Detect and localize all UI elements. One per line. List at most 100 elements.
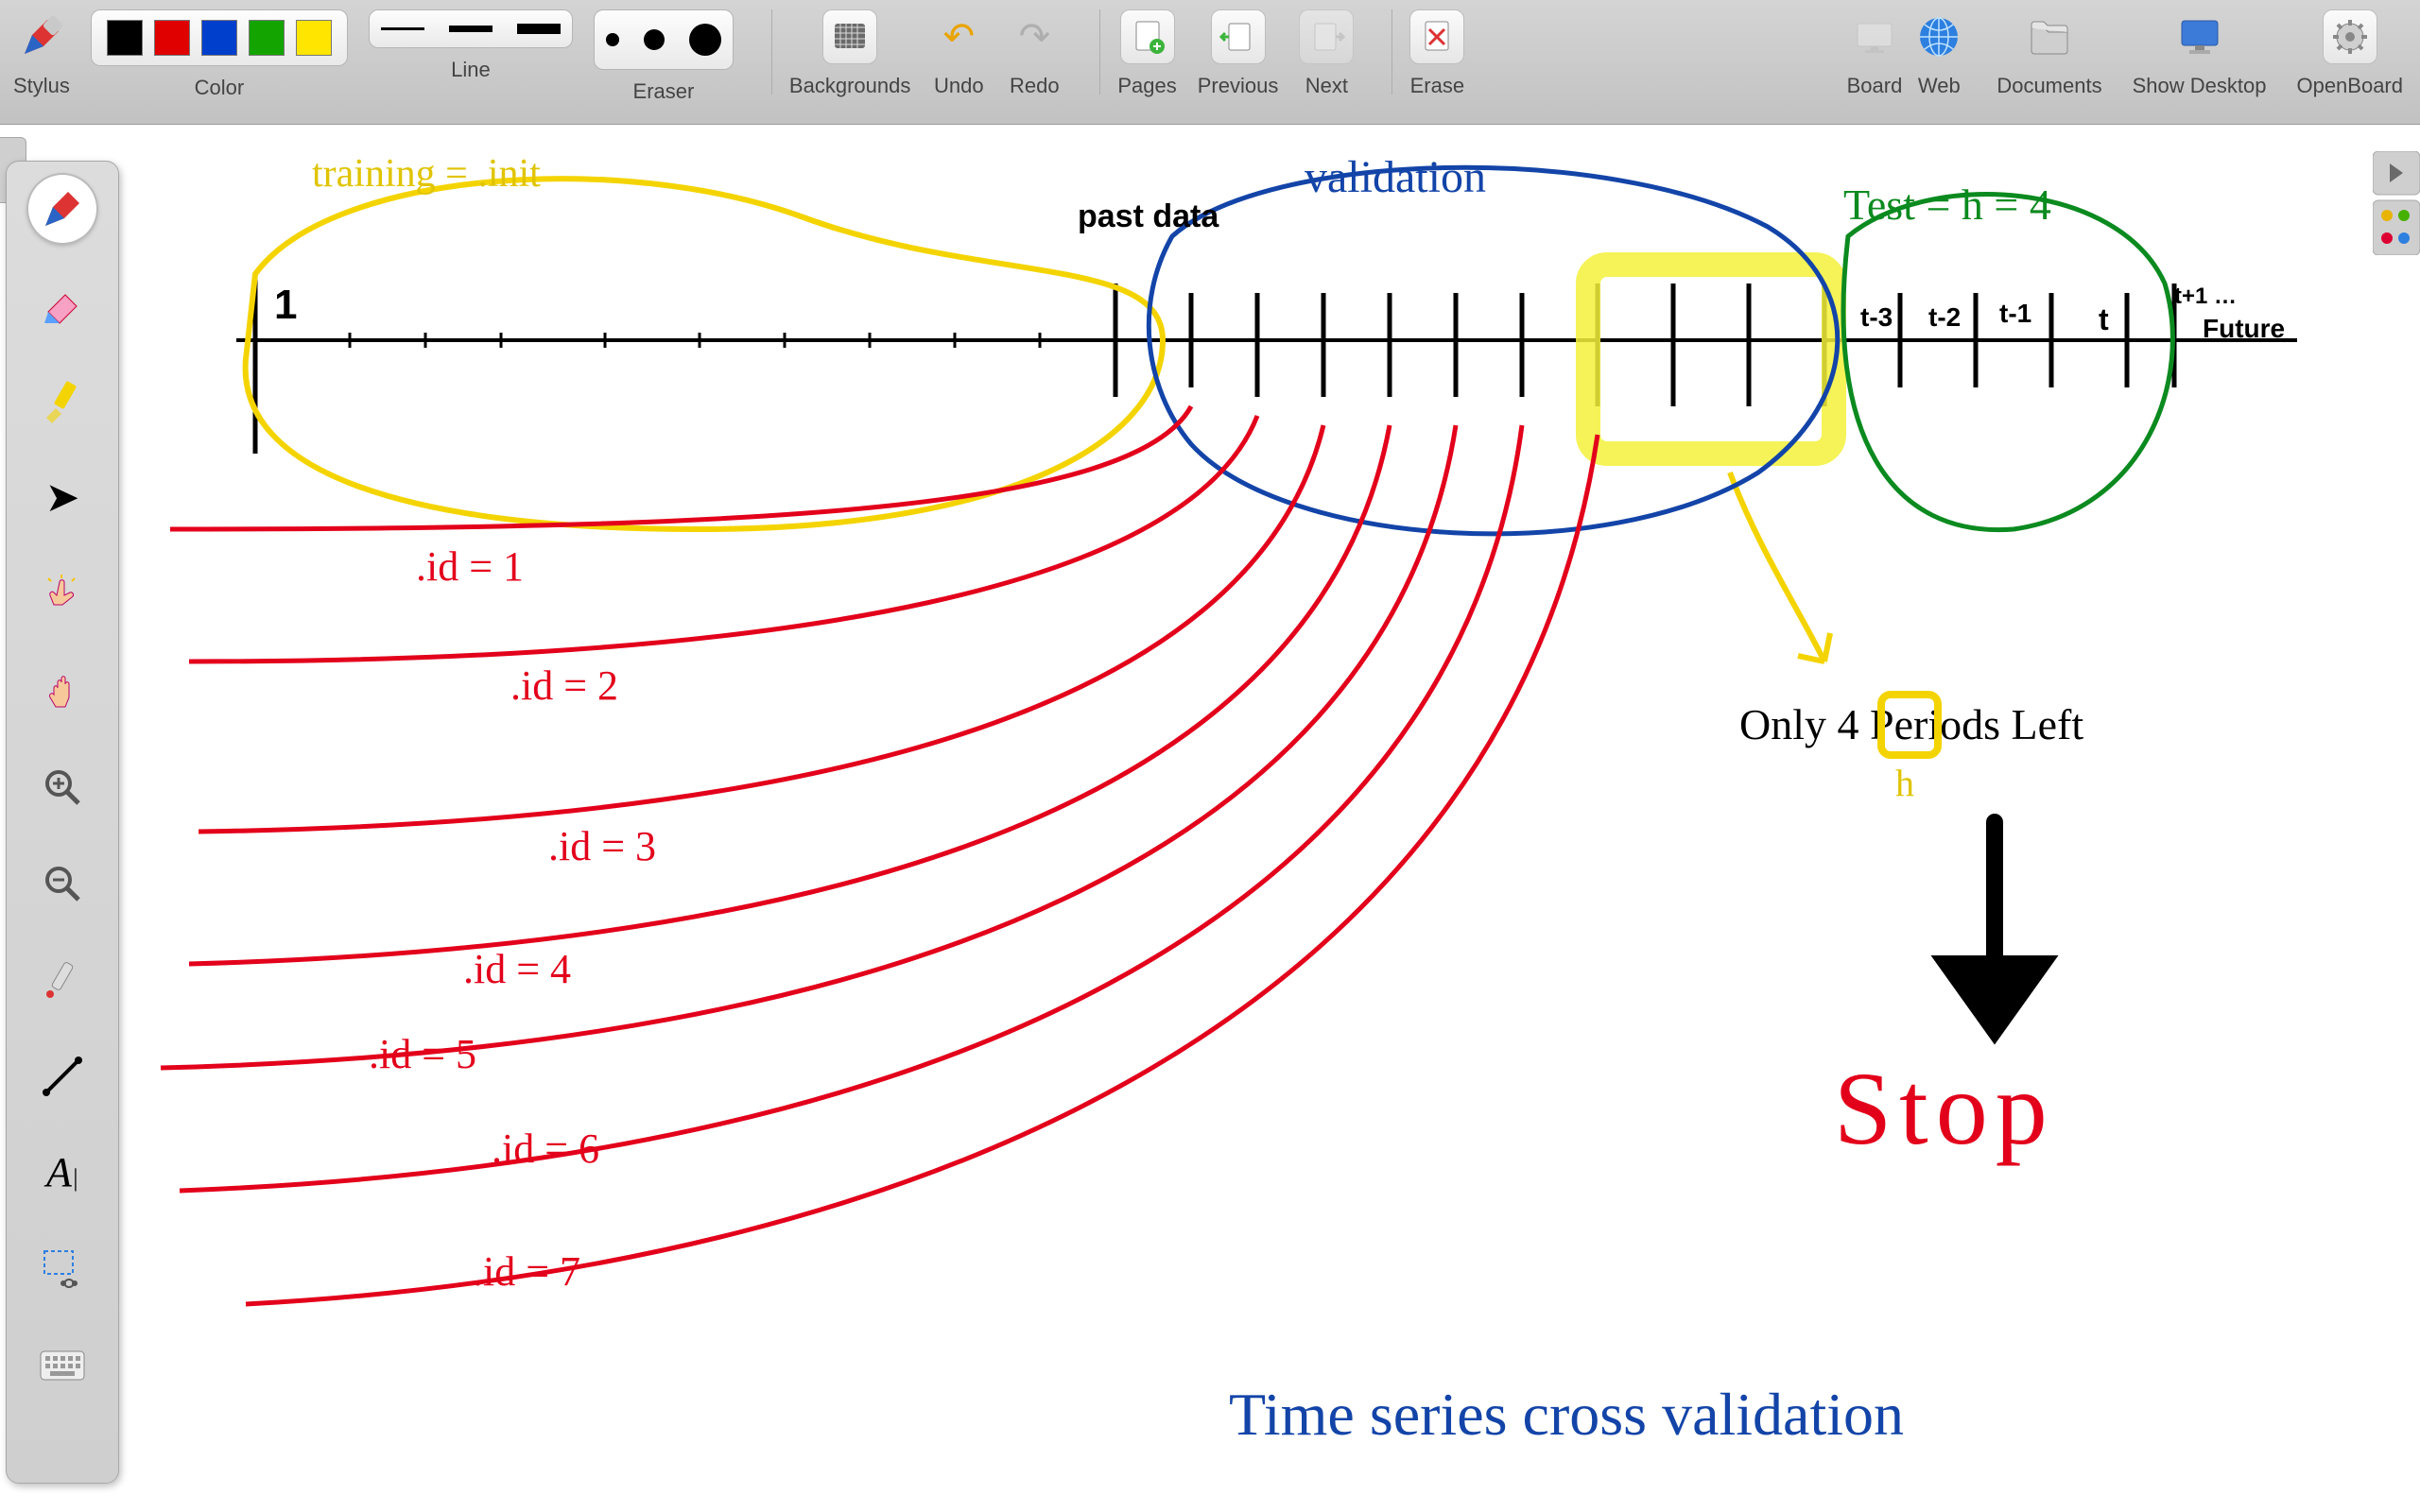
- previous-label: Previous: [1198, 74, 1279, 98]
- keyboard-tool[interactable]: [28, 1332, 96, 1400]
- documents-icon[interactable]: [2022, 9, 2077, 64]
- id-3: .id = 3: [548, 822, 656, 870]
- show-desktop-group: Show Desktop: [2133, 9, 2267, 98]
- test-label: Test = h = 4: [1843, 180, 2051, 230]
- backgrounds-label: Backgrounds: [789, 74, 910, 98]
- line-label: Line: [451, 58, 491, 82]
- eraser-sm[interactable]: [606, 33, 619, 46]
- text-tool[interactable]: A|: [28, 1139, 96, 1207]
- main-toolbar: Stylus Color Line Eraser Bac: [0, 0, 2420, 125]
- board-icon[interactable]: [1847, 9, 1902, 64]
- zoom-out-tool[interactable]: [28, 850, 96, 918]
- color-palette: [91, 9, 348, 66]
- divider: [771, 9, 772, 94]
- pages-icon[interactable]: [1120, 9, 1175, 64]
- past-data-label: past data: [1078, 198, 1219, 235]
- board-label: Board: [1847, 74, 1903, 98]
- tick-1: 1: [274, 282, 297, 329]
- line-tool[interactable]: [28, 1042, 96, 1110]
- color-red[interactable]: [154, 20, 190, 56]
- tick-t-3: t-3: [1860, 302, 1893, 333]
- eraser-md[interactable]: [644, 29, 665, 50]
- tick-t: t: [2099, 302, 2109, 337]
- id-5: .id = 5: [369, 1030, 476, 1078]
- web-icon[interactable]: [1911, 9, 1966, 64]
- training-label: training = .init: [312, 151, 541, 197]
- eraser-group: Eraser: [594, 9, 734, 104]
- undo-icon[interactable]: ↶: [931, 9, 986, 64]
- show-desktop-label: Show Desktop: [2133, 74, 2267, 98]
- stylus-icon[interactable]: [14, 9, 69, 64]
- erase-group: Erase: [1409, 9, 1464, 98]
- web-label: Web: [1918, 74, 1961, 98]
- backgrounds-icon[interactable]: [822, 9, 877, 64]
- capture-tool[interactable]: [28, 1235, 96, 1303]
- show-desktop-icon[interactable]: [2172, 9, 2227, 64]
- eraser-lg[interactable]: [689, 24, 721, 56]
- h-under-4: h: [1895, 761, 1914, 805]
- openboard-label: OpenBoard: [2296, 74, 2403, 98]
- documents-label: Documents: [1996, 74, 2101, 98]
- color-green[interactable]: [249, 20, 285, 56]
- id-4: .id = 4: [463, 945, 571, 993]
- board-group: Board: [1847, 9, 1903, 98]
- right-panel-tab[interactable]: [2373, 151, 2420, 255]
- tick-t-plus-1: t+1 …: [2174, 284, 2237, 310]
- pen-tool[interactable]: [28, 175, 96, 243]
- line-group: Line: [369, 9, 573, 82]
- id-7: .id = 7: [473, 1247, 580, 1296]
- web-group: Web: [1911, 9, 1966, 98]
- id-6: .id = 6: [492, 1125, 599, 1173]
- stylus-palette: ➤ A|: [6, 161, 119, 1484]
- pointer-tool[interactable]: ➤: [28, 464, 96, 532]
- color-label: Color: [195, 76, 245, 100]
- future-label: Future: [2203, 314, 2285, 344]
- undo-label: Undo: [934, 74, 984, 98]
- previous-icon[interactable]: [1211, 9, 1266, 64]
- color-group: Color: [91, 9, 348, 100]
- stylus-group: Stylus: [13, 9, 70, 98]
- tick-t-2: t-2: [1928, 302, 1961, 333]
- pages-group: Pages: [1117, 9, 1176, 98]
- stylus-label: Stylus: [13, 74, 70, 98]
- eraser-tool[interactable]: [28, 271, 96, 339]
- openboard-menu-icon[interactable]: [2323, 9, 2377, 64]
- line-thin[interactable]: [381, 27, 424, 30]
- title-label: Time series cross validation: [1229, 1380, 1904, 1450]
- color-black[interactable]: [107, 20, 143, 56]
- redo-label: Redo: [1010, 74, 1060, 98]
- color-blue[interactable]: [201, 20, 237, 56]
- next-group: Next: [1299, 9, 1354, 98]
- laser-tool[interactable]: [28, 946, 96, 1014]
- backgrounds-group: Backgrounds: [789, 9, 910, 98]
- erase-page-icon[interactable]: [1409, 9, 1464, 64]
- eraser-label: Eraser: [633, 79, 695, 104]
- line-width-box: [369, 9, 573, 48]
- documents-group: Documents: [1996, 9, 2101, 98]
- erase-label: Erase: [1410, 74, 1464, 98]
- next-label: Next: [1305, 74, 1348, 98]
- color-yellow[interactable]: [296, 20, 332, 56]
- eraser-size-box: [594, 9, 734, 70]
- pages-label: Pages: [1117, 74, 1176, 98]
- previous-group: Previous: [1198, 9, 1279, 98]
- tick-t-1: t-1: [1999, 299, 2031, 329]
- whiteboard-canvas[interactable]: [0, 125, 2420, 1512]
- redo-icon[interactable]: ↷: [1007, 9, 1062, 64]
- undo-group: ↶ Undo: [931, 9, 986, 98]
- divider: [1099, 9, 1100, 94]
- next-icon[interactable]: [1299, 9, 1354, 64]
- line-med[interactable]: [449, 26, 493, 32]
- hand-scroll-tool[interactable]: [28, 657, 96, 725]
- openboard-group: OpenBoard: [2296, 9, 2403, 98]
- interact-tool[interactable]: [28, 560, 96, 628]
- redo-group: ↷ Redo: [1007, 9, 1062, 98]
- id-1: .id = 1: [416, 542, 524, 591]
- stop-label: Stop: [1834, 1049, 2055, 1169]
- highlighter-tool[interactable]: [28, 368, 96, 436]
- id-2: .id = 2: [510, 662, 618, 710]
- only-4-periods: Only 4 Periods Left: [1739, 699, 2083, 749]
- validation-label: validation: [1305, 151, 1486, 203]
- line-thick[interactable]: [517, 24, 561, 34]
- zoom-in-tool[interactable]: [28, 753, 96, 821]
